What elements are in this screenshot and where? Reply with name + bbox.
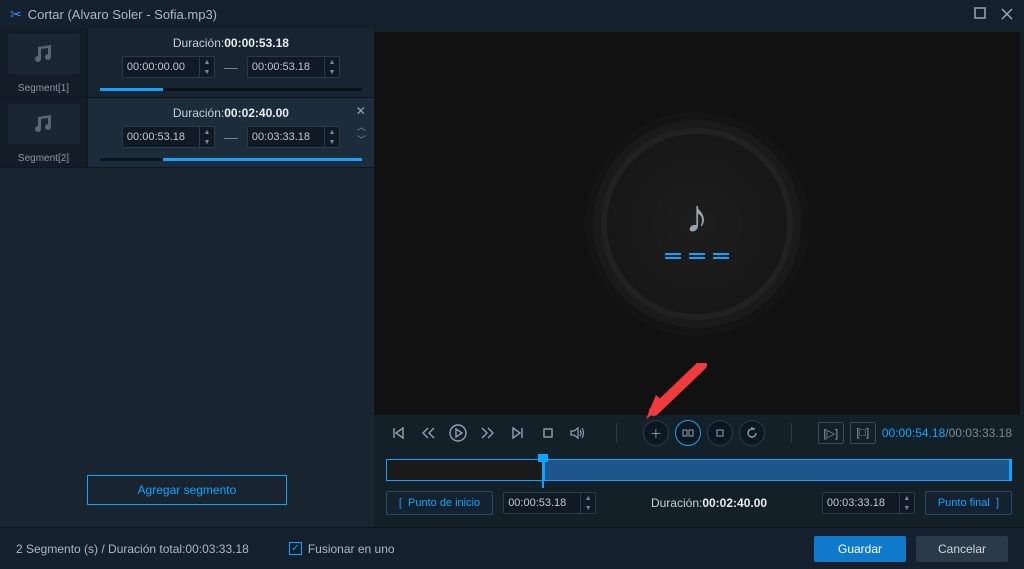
preview-area: ♪ (374, 32, 1020, 415)
split-icon[interactable] (675, 420, 701, 446)
chevron-down-icon[interactable]: ▼ (200, 67, 214, 77)
segment-end-field[interactable]: ▲▼ (247, 126, 340, 148)
segments-panel: Segment[1] Duración:00:00:53.18 ▲▼ — ▲▼ (0, 28, 374, 527)
music-disc-icon: ♪ (607, 134, 787, 314)
range-duration: Duración:00:02:40.00 (606, 496, 812, 510)
music-icon (8, 34, 80, 74)
chevron-up-icon[interactable]: ▲ (200, 57, 214, 67)
music-note-icon: ♪ (685, 189, 708, 243)
chevron-down-icon[interactable]: ▼ (581, 503, 595, 513)
play-icon[interactable] (446, 421, 470, 445)
merge-checkbox[interactable]: ✓ Fusionar en uno (289, 542, 395, 556)
segment-start-field[interactable]: ▲▼ (122, 56, 215, 78)
segment-start-field[interactable]: ▲▼ (122, 126, 215, 148)
chevron-up-icon[interactable]: ▲ (325, 127, 339, 137)
equalizer-icon (665, 253, 729, 259)
music-icon (8, 104, 80, 144)
timeline-handle-start[interactable] (538, 454, 548, 462)
checkbox-icon[interactable]: ✓ (289, 542, 302, 555)
segment-end-field[interactable]: ▲▼ (247, 56, 340, 78)
chevron-down-icon[interactable]: ﹀ (357, 133, 366, 146)
window-title: Cortar (Alvaro Soler - Sofia.mp3) (28, 7, 217, 22)
mark-in-icon[interactable]: [▷] (818, 422, 844, 444)
segment-label: Segment[2] (18, 150, 69, 167)
volume-icon[interactable] (566, 421, 590, 445)
chevron-down-icon[interactable]: ▼ (200, 137, 214, 147)
skip-end-icon[interactable] (506, 421, 530, 445)
chevron-up-icon[interactable]: ▲ (200, 127, 214, 137)
chevron-down-icon[interactable]: ▼ (325, 137, 339, 147)
add-segment-icon[interactable]: ＋ (643, 420, 669, 446)
chevron-up-icon[interactable]: ︿ (357, 120, 366, 133)
rewind-icon[interactable] (416, 421, 440, 445)
crop-icon[interactable] (707, 420, 733, 446)
forward-icon[interactable] (476, 421, 500, 445)
chevron-down-icon[interactable]: ▼ (900, 503, 914, 513)
minimize-icon[interactable] (974, 7, 986, 21)
segment-row[interactable]: Segment[2] ✕ ︿ ﹀ Duración:00:02:40.00 ▲▼ (0, 98, 374, 168)
set-end-button[interactable]: Punto final ] (925, 491, 1012, 515)
status-text: 2 Segmento (s) / Duración total:00:03:33… (16, 542, 249, 556)
chevron-up-icon[interactable]: ▲ (581, 493, 595, 503)
close-icon[interactable]: ✕ (356, 104, 366, 118)
reset-icon[interactable] (739, 420, 765, 446)
set-start-button[interactable]: [ Punto de inicio (386, 491, 493, 515)
segment-label: Segment[1] (18, 80, 69, 97)
chevron-down-icon[interactable]: ▼ (325, 67, 339, 77)
save-button[interactable]: Guardar (814, 536, 906, 562)
timeline[interactable] (386, 459, 1012, 481)
time-display: 00:00:54.18/00:03:33.18 (882, 426, 1012, 440)
range-start-field[interactable]: ▲▼ (503, 492, 596, 514)
stop-icon[interactable] (536, 421, 560, 445)
footer: 2 Segmento (s) / Duración total:00:03:33… (0, 527, 1024, 569)
skip-start-icon[interactable] (386, 421, 410, 445)
chevron-up-icon[interactable]: ▲ (325, 57, 339, 67)
range-end-field[interactable]: ▲▼ (822, 492, 915, 514)
chevron-up-icon[interactable]: ▲ (900, 493, 914, 503)
scissors-icon: ✂ (10, 6, 22, 23)
segment-row[interactable]: Segment[1] Duración:00:00:53.18 ▲▼ — ▲▼ (0, 28, 374, 98)
close-icon[interactable] (1000, 7, 1014, 21)
add-segment-button[interactable]: Agregar segmento (87, 475, 287, 505)
titlebar: ✂ Cortar (Alvaro Soler - Sofia.mp3) (0, 0, 1024, 28)
mark-out-icon[interactable]: [□] (850, 422, 876, 444)
cancel-button[interactable]: Cancelar (916, 536, 1008, 562)
